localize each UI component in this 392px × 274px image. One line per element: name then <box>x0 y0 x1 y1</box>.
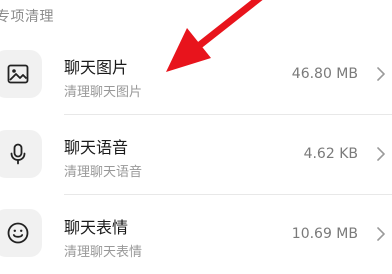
list-item-chat-images[interactable]: 聊天图片 清理聊天图片 46.80 MB <box>0 34 392 114</box>
list-item-subtitle: 清理聊天语音 <box>64 165 143 180</box>
list-item-title: 聊天图片 <box>64 58 129 77</box>
chevron-right-icon <box>377 227 385 241</box>
list-item-chat-stickers[interactable]: 聊天表情 清理聊天表情 10.69 MB <box>0 194 392 274</box>
smiley-icon <box>0 209 42 257</box>
image-icon-glyph <box>7 64 29 84</box>
chevron-right-icon <box>377 67 385 81</box>
microphone-icon <box>0 130 42 178</box>
list-item-size: 46.80 MB <box>291 66 358 82</box>
list-item-title: 聊天表情 <box>64 218 129 237</box>
section-header: 专项清理 <box>0 9 54 25</box>
list-item-subtitle: 清理聊天图片 <box>64 85 143 100</box>
list-item-chat-voice[interactable]: 聊天语音 清理聊天语音 4.62 KB <box>0 114 392 194</box>
image-icon <box>0 50 42 98</box>
chevron-right-icon <box>377 147 385 161</box>
list-item-size: 10.69 MB <box>291 226 358 242</box>
cleanup-screen: 专项清理 聊天图片 清理聊天图片 46.80 MB 聊天语音 清理聊天语音 4.… <box>0 0 392 274</box>
microphone-icon-glyph <box>10 143 26 165</box>
smiley-icon-glyph <box>7 222 29 244</box>
list-item-size: 4.62 KB <box>303 146 358 162</box>
list-item-subtitle: 清理聊天表情 <box>64 245 143 260</box>
list-item-title: 聊天语音 <box>64 138 129 157</box>
